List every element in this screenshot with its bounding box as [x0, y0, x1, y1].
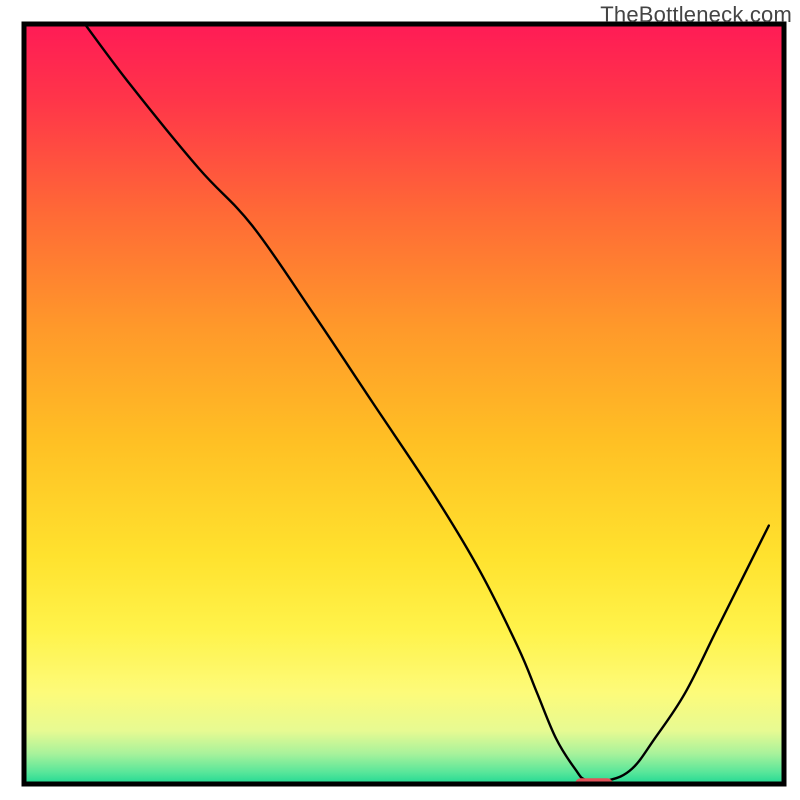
bottleneck-chart: [0, 0, 800, 800]
chart-container: TheBottleneck.com: [0, 0, 800, 800]
chart-background: [24, 24, 784, 784]
watermark-text: TheBottleneck.com: [600, 2, 792, 28]
